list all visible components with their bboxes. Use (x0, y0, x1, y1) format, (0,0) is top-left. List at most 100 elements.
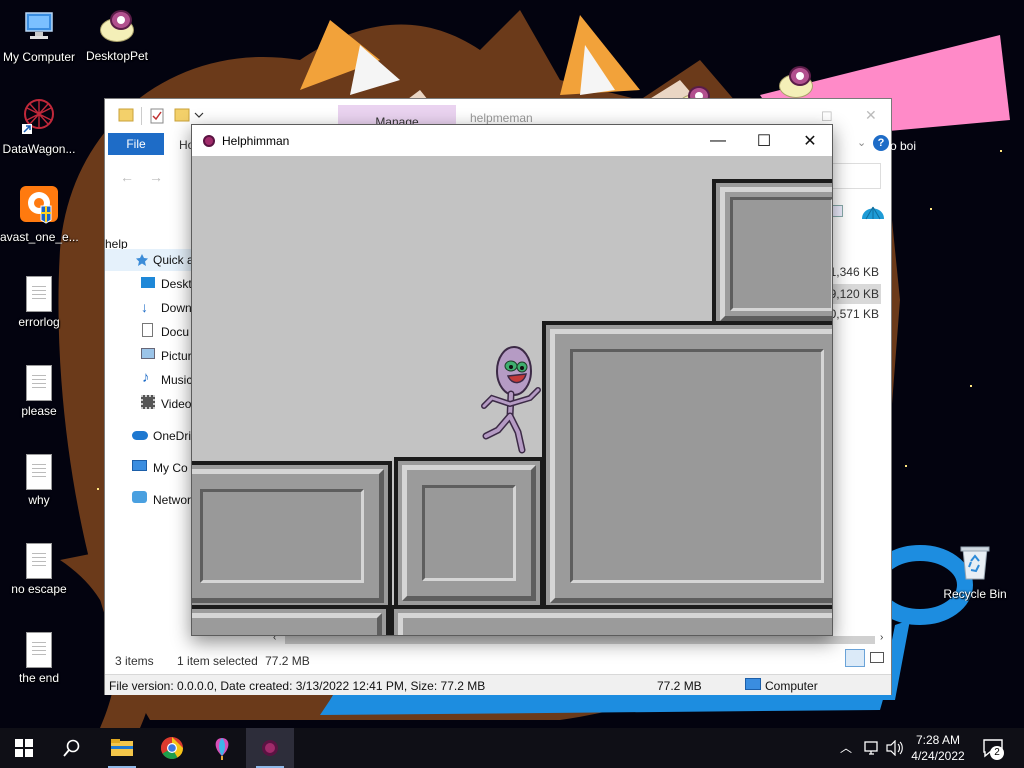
platform-block (542, 321, 832, 611)
notification-center-button[interactable]: 2 (982, 738, 1004, 761)
text-file-icon (26, 454, 52, 490)
platform-block (192, 605, 390, 635)
desktop-icon-label: DataWagon... (2, 142, 76, 156)
taskbar-helphimman[interactable] (246, 728, 294, 768)
desktop-icon-label: avast_one_e... (0, 230, 78, 244)
sidebar-item-label: Docu (161, 325, 190, 339)
explorer-title: helpmeman (470, 111, 533, 125)
helphimman-window[interactable]: Helphimman — ☐ ✕ (191, 124, 833, 636)
horizontal-scrollbar[interactable] (285, 636, 875, 644)
start-button[interactable] (0, 728, 48, 768)
file-size: 9,120 KB (829, 287, 879, 301)
large-icons-view-button[interactable] (870, 652, 884, 663)
back-arrow-icon[interactable]: ← (120, 169, 134, 185)
search-icon (63, 739, 80, 757)
folder-icon (111, 739, 133, 756)
desktop-icon-please[interactable]: please (0, 365, 78, 418)
maximize-button[interactable]: ☐ (741, 125, 787, 156)
avast-icon (20, 186, 58, 224)
desktop-folder-icon (141, 277, 155, 288)
recycle-bin-icon (960, 546, 990, 580)
network-icon (132, 491, 147, 503)
item-count: 3 items (115, 654, 154, 668)
search-box[interactable] (831, 163, 881, 189)
desktop-icon-label: DesktopPet (85, 49, 149, 63)
download-arrow-icon: ↓ (141, 299, 148, 315)
videos-icon (141, 395, 155, 409)
sheep-icon (98, 8, 136, 46)
details-bar: File version: 0.0.0.0, Date created: 3/1… (105, 674, 891, 695)
desktop-icon-recycle-bin[interactable]: Recycle Bin (936, 543, 1014, 601)
file-details: File version: 0.0.0.0, Date created: 3/1… (109, 679, 486, 693)
taskbar-chrome[interactable] (148, 728, 196, 768)
star (1000, 150, 1002, 152)
clock-time: 7:28 AM (915, 733, 961, 747)
taskbar: ︿ 7:28 AM 4/24/2022 2 (0, 728, 1024, 768)
player-character (481, 346, 541, 454)
minimize-button[interactable]: — (695, 125, 741, 156)
platform-block (394, 457, 544, 609)
desktop-icon-datawagon[interactable]: DataWagon... (0, 96, 78, 156)
sidebar-item-label: Music (161, 373, 193, 387)
text-file-icon (26, 365, 52, 401)
selection-size: 77.2 MB (265, 654, 310, 668)
search-button[interactable] (48, 728, 96, 768)
scroll-right-arrow[interactable]: › (880, 632, 883, 643)
desktop-icon-errorlog[interactable]: errorlog (0, 276, 78, 329)
app-icon (203, 135, 215, 147)
desktop-icon-label: My Computer (2, 50, 76, 64)
desktop-icon-my-computer[interactable]: My Computer (0, 8, 78, 64)
text-file-icon (26, 543, 52, 579)
desktop-icon-the-end[interactable]: the end (0, 632, 78, 685)
desktop-icon-desktoppet[interactable]: DesktopPet (78, 8, 156, 63)
help-icon[interactable]: ? (873, 135, 889, 151)
game-viewport[interactable] (192, 156, 832, 635)
star (930, 208, 932, 210)
windows-logo-icon (15, 739, 33, 757)
details-view-button[interactable] (845, 649, 865, 667)
desktop-pet-sheep[interactable] (777, 64, 815, 102)
sidebar-item-label: Pictur (161, 349, 192, 363)
desktop-icon-why[interactable]: why (0, 454, 78, 507)
desktop-icon-avast[interactable]: avast_one_e... (0, 186, 78, 244)
maximize-button[interactable]: ☐ (821, 109, 833, 125)
quick-access-toolbar-icons (118, 107, 204, 125)
taskbar-file-explorer[interactable] (98, 728, 146, 768)
desktop-icon-label: please (21, 404, 57, 418)
sidebar-item-label: My Co (153, 461, 188, 475)
desktop-icon-partial-label: o boi (890, 139, 917, 153)
star (970, 385, 972, 387)
desktop-icon-no-escape[interactable]: no escape (0, 543, 78, 596)
app-icon (262, 740, 278, 756)
close-button[interactable]: ✕ (787, 125, 833, 156)
chrome-icon (161, 737, 183, 759)
sidebar-item-label: Quick a (153, 253, 194, 267)
star (97, 488, 99, 490)
close-button[interactable]: ✕ (865, 107, 877, 124)
computer-icon (25, 12, 53, 39)
sidebar-item-label: Video (161, 397, 192, 411)
balloon-icon (215, 738, 229, 760)
file-size: 1,346 KB (829, 265, 879, 279)
star (905, 465, 907, 467)
network-icon[interactable] (864, 740, 880, 756)
desktop-icon-label: the end (18, 671, 60, 685)
location-label: Computer (765, 679, 818, 693)
system-clock[interactable]: 7:28 AM 4/24/2022 (900, 732, 976, 764)
taskbar-paint-app[interactable] (198, 728, 246, 768)
star-icon (136, 254, 148, 266)
shell-icon (862, 206, 884, 220)
sidebar-item-label: Networ (153, 493, 192, 507)
sidebar-item-label: Down (161, 301, 192, 315)
music-note-icon: ♪ (142, 369, 150, 386)
chevron-up-icon[interactable]: ︿ (840, 739, 852, 756)
forward-arrow-icon[interactable]: → (149, 169, 163, 185)
tab-file[interactable]: File (108, 133, 164, 155)
platform-block (192, 461, 392, 611)
platform-block (712, 179, 832, 329)
chevron-down-icon[interactable]: ⌄ (857, 136, 866, 149)
desktop-icon-label: why (28, 493, 50, 507)
file-size: 0,571 KB (829, 307, 879, 321)
desktop-icon-label: Recycle Bin (943, 587, 1007, 601)
game-title-bar[interactable]: Helphimman — ☐ ✕ (192, 125, 832, 156)
